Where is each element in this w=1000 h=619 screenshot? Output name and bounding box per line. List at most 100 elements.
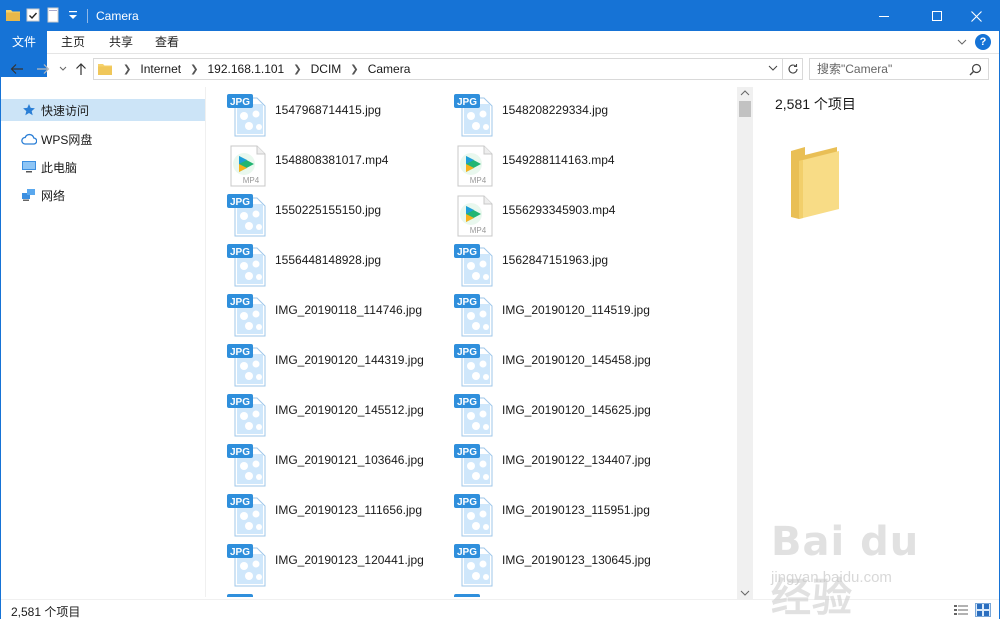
refresh-button[interactable] <box>783 58 803 80</box>
file-item[interactable]: JPG IMG_20190122_134407.jpg <box>440 443 660 489</box>
file-item[interactable]: JPG IMG_20190120_114519.jpg <box>440 293 660 339</box>
jpg-file-icon: JPG <box>227 494 271 538</box>
close-button[interactable] <box>953 1 999 31</box>
svg-text:MP4: MP4 <box>470 176 487 185</box>
jpg-file-icon: JPG <box>227 244 271 288</box>
sidebar-item-wps-cloud[interactable]: WPS网盘 <box>1 128 205 150</box>
address-dropdown-icon[interactable] <box>768 63 778 73</box>
chevron-down-icon <box>59 66 67 71</box>
tab-share[interactable]: 共享 <box>97 31 145 54</box>
sidebar-item-label: 快速访问 <box>41 103 90 118</box>
search-input[interactable] <box>810 59 960 79</box>
minimize-button[interactable] <box>861 1 907 31</box>
file-item[interactable]: JPG IMG_20190123_115951.jpg <box>440 493 660 539</box>
breadcrumb-dcim[interactable]: DCIM <box>307 62 346 76</box>
address-bar[interactable]: ❯ Internet ❯ 192.168.1.101 ❯ DCIM ❯ Came… <box>93 58 783 80</box>
quick-access-toolbar <box>5 7 81 23</box>
file-name: 1548208229334.jpg <box>502 103 609 117</box>
recent-locations-button[interactable] <box>53 59 73 79</box>
breadcrumb-host[interactable]: 192.168.1.101 <box>203 62 288 76</box>
file-item[interactable]: JPG 1547968714415.jpg <box>213 93 433 139</box>
sidebar-item-this-pc[interactable]: 此电脑 <box>1 156 205 178</box>
new-folder-icon[interactable] <box>45 7 61 23</box>
svg-text:MP4: MP4 <box>243 176 260 185</box>
file-item[interactable]: MP4 1549288114163.mp4 <box>440 143 660 189</box>
file-name: IMG_20190120_145625.jpg <box>502 403 651 417</box>
file-name: 1547968714415.jpg <box>275 103 382 117</box>
properties-icon[interactable] <box>25 7 41 23</box>
maximize-icon <box>932 11 942 21</box>
file-item[interactable]: JPG IMG_20190120_144319.jpg <box>213 343 433 389</box>
sidebar-item-network[interactable]: 网络 <box>1 184 205 206</box>
file-item[interactable]: JPG IMG_20190123_120441.jpg <box>213 543 433 589</box>
navigation-pane: 快速访问 WPS网盘 此电脑 网络 <box>1 87 206 597</box>
large-icons-view-button[interactable] <box>975 603 991 617</box>
close-icon <box>970 10 982 22</box>
folder-icon <box>791 147 839 219</box>
breadcrumb-separator-icon: ❯ <box>293 63 302 75</box>
folder-icon <box>6 10 20 21</box>
file-item[interactable]: JPG IMG_20190123_111656.jpg <box>213 493 433 539</box>
search-box[interactable] <box>809 58 989 80</box>
file-item[interactable]: JPG 1562847151963.jpg <box>440 243 660 289</box>
jpg-file-icon: JPG <box>227 544 271 588</box>
file-name: 1549288114163.mp4 <box>502 153 615 167</box>
cloud-icon <box>21 131 37 147</box>
refresh-icon <box>787 64 798 74</box>
breadcrumb-separator-icon: ❯ <box>123 63 132 75</box>
file-item[interactable]: JPG 1548208229334.jpg <box>440 93 660 139</box>
status-item-count: 2,581 个项目 <box>11 605 81 619</box>
star-icon <box>21 102 37 118</box>
svg-text:JPG: JPG <box>457 97 477 108</box>
scroll-down-icon[interactable] <box>740 589 750 597</box>
jpg-file-icon: JPG <box>227 294 271 338</box>
vertical-scrollbar[interactable] <box>737 87 753 599</box>
file-item[interactable]: MP4 1556293345903.mp4 <box>440 193 660 239</box>
jpg-file-icon: JPG <box>454 294 498 338</box>
file-item[interactable]: JPG IMG_20190120_145458.jpg <box>440 343 660 389</box>
expand-ribbon-icon[interactable] <box>957 37 967 47</box>
file-name: IMG_20190123_120441.jpg <box>275 553 424 567</box>
jpg-file-icon: JPG <box>454 494 498 538</box>
file-item[interactable]: JPG IMG_20190121_103646.jpg <box>213 443 433 489</box>
breadcrumb-separator-icon: ❯ <box>350 63 359 75</box>
breadcrumb-camera[interactable]: Camera <box>364 62 415 76</box>
tab-home[interactable]: 主页 <box>49 31 97 54</box>
item-count: 2,581 个项目 <box>775 96 856 112</box>
network-icon <box>21 187 37 203</box>
scrollbar-thumb[interactable] <box>739 101 751 117</box>
svg-text:JPG: JPG <box>230 497 250 508</box>
minimize-icon <box>879 16 889 17</box>
jpg-file-icon: JPG <box>454 244 498 288</box>
file-item[interactable]: JPG <box>440 593 660 597</box>
file-item[interactable]: JPG 1556448148928.jpg <box>213 243 433 289</box>
file-item[interactable]: MP4 1548808381017.mp4 <box>213 143 433 189</box>
title-bar: Camera <box>1 1 999 31</box>
jpg-file-icon: JPG <box>454 344 498 388</box>
breadcrumb-internet[interactable]: Internet <box>136 62 185 76</box>
file-item[interactable]: JPG IMG_20190118_114746.jpg <box>213 293 433 339</box>
back-button[interactable] <box>7 59 27 79</box>
search-icon[interactable] <box>969 63 982 76</box>
jpg-file-icon: JPG <box>227 194 271 238</box>
navigation-bar: ❯ Internet ❯ 192.168.1.101 ❯ DCIM ❯ Came… <box>1 55 999 83</box>
file-name: 1550225155150.jpg <box>275 203 382 217</box>
file-item[interactable]: JPG IMG_20190123_130645.jpg <box>440 543 660 589</box>
file-item[interactable]: JPG IMG_20190120_145625.jpg <box>440 393 660 439</box>
title-separator <box>87 9 88 23</box>
file-item[interactable]: JPG IMG_20190120_145512.jpg <box>213 393 433 439</box>
forward-button[interactable] <box>33 59 53 79</box>
customize-toolbar-icon[interactable] <box>65 7 81 23</box>
file-item[interactable]: JPG <box>213 593 433 597</box>
sidebar-item-quick-access[interactable]: 快速访问 <box>1 99 205 121</box>
help-icon[interactable]: ? <box>975 34 991 50</box>
jpg-file-icon: JPG <box>454 594 498 597</box>
up-button[interactable] <box>71 59 91 79</box>
svg-text:JPG: JPG <box>457 247 477 258</box>
tab-view[interactable]: 查看 <box>143 31 191 54</box>
svg-text:JPG: JPG <box>230 547 250 558</box>
jpg-file-icon: JPG <box>227 594 271 597</box>
svg-text:JPG: JPG <box>457 447 477 458</box>
file-item[interactable]: JPG 1550225155150.jpg <box>213 193 433 239</box>
scroll-up-icon[interactable] <box>740 89 750 97</box>
